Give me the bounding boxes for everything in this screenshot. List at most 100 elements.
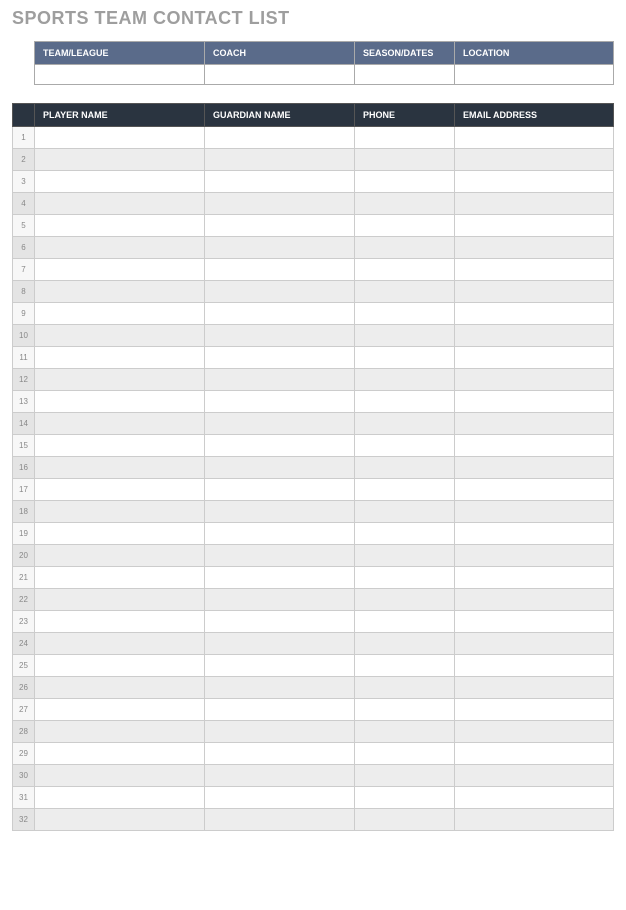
cell-player[interactable]	[35, 523, 205, 545]
cell-guardian[interactable]	[205, 633, 355, 655]
cell-phone[interactable]	[355, 567, 455, 589]
cell-email[interactable]	[455, 633, 614, 655]
cell-phone[interactable]	[355, 677, 455, 699]
cell-player[interactable]	[35, 237, 205, 259]
cell-email[interactable]	[455, 435, 614, 457]
cell-email[interactable]	[455, 347, 614, 369]
cell-guardian[interactable]	[205, 655, 355, 677]
cell-email[interactable]	[455, 677, 614, 699]
cell-player[interactable]	[35, 347, 205, 369]
cell-phone[interactable]	[355, 325, 455, 347]
cell-phone[interactable]	[355, 347, 455, 369]
cell-player[interactable]	[35, 215, 205, 237]
info-value-coach[interactable]	[205, 65, 355, 85]
cell-player[interactable]	[35, 743, 205, 765]
cell-email[interactable]	[455, 501, 614, 523]
cell-guardian[interactable]	[205, 523, 355, 545]
cell-phone[interactable]	[355, 457, 455, 479]
cell-guardian[interactable]	[205, 127, 355, 149]
cell-player[interactable]	[35, 787, 205, 809]
cell-guardian[interactable]	[205, 567, 355, 589]
cell-player[interactable]	[35, 259, 205, 281]
cell-email[interactable]	[455, 281, 614, 303]
cell-phone[interactable]	[355, 699, 455, 721]
cell-email[interactable]	[455, 127, 614, 149]
cell-email[interactable]	[455, 303, 614, 325]
cell-phone[interactable]	[355, 611, 455, 633]
cell-phone[interactable]	[355, 765, 455, 787]
cell-phone[interactable]	[355, 413, 455, 435]
cell-phone[interactable]	[355, 501, 455, 523]
cell-player[interactable]	[35, 281, 205, 303]
cell-email[interactable]	[455, 787, 614, 809]
cell-email[interactable]	[455, 413, 614, 435]
cell-phone[interactable]	[355, 281, 455, 303]
cell-guardian[interactable]	[205, 589, 355, 611]
cell-player[interactable]	[35, 479, 205, 501]
cell-guardian[interactable]	[205, 677, 355, 699]
cell-phone[interactable]	[355, 237, 455, 259]
cell-guardian[interactable]	[205, 303, 355, 325]
cell-email[interactable]	[455, 809, 614, 831]
cell-phone[interactable]	[355, 435, 455, 457]
cell-phone[interactable]	[355, 215, 455, 237]
cell-guardian[interactable]	[205, 325, 355, 347]
cell-phone[interactable]	[355, 303, 455, 325]
info-value-team[interactable]	[35, 65, 205, 85]
cell-phone[interactable]	[355, 171, 455, 193]
cell-email[interactable]	[455, 567, 614, 589]
cell-guardian[interactable]	[205, 281, 355, 303]
cell-phone[interactable]	[355, 721, 455, 743]
cell-player[interactable]	[35, 633, 205, 655]
cell-player[interactable]	[35, 171, 205, 193]
cell-email[interactable]	[455, 699, 614, 721]
cell-phone[interactable]	[355, 479, 455, 501]
cell-phone[interactable]	[355, 259, 455, 281]
cell-player[interactable]	[35, 567, 205, 589]
cell-email[interactable]	[455, 193, 614, 215]
cell-phone[interactable]	[355, 149, 455, 171]
cell-guardian[interactable]	[205, 611, 355, 633]
cell-email[interactable]	[455, 655, 614, 677]
cell-player[interactable]	[35, 457, 205, 479]
cell-guardian[interactable]	[205, 501, 355, 523]
cell-guardian[interactable]	[205, 545, 355, 567]
cell-phone[interactable]	[355, 589, 455, 611]
cell-guardian[interactable]	[205, 259, 355, 281]
cell-email[interactable]	[455, 259, 614, 281]
cell-phone[interactable]	[355, 655, 455, 677]
cell-player[interactable]	[35, 699, 205, 721]
cell-email[interactable]	[455, 149, 614, 171]
cell-phone[interactable]	[355, 523, 455, 545]
cell-email[interactable]	[455, 611, 614, 633]
cell-phone[interactable]	[355, 391, 455, 413]
cell-guardian[interactable]	[205, 435, 355, 457]
cell-guardian[interactable]	[205, 369, 355, 391]
cell-email[interactable]	[455, 523, 614, 545]
cell-player[interactable]	[35, 325, 205, 347]
cell-player[interactable]	[35, 721, 205, 743]
cell-guardian[interactable]	[205, 721, 355, 743]
cell-email[interactable]	[455, 479, 614, 501]
cell-phone[interactable]	[355, 743, 455, 765]
cell-email[interactable]	[455, 171, 614, 193]
cell-email[interactable]	[455, 325, 614, 347]
cell-player[interactable]	[35, 545, 205, 567]
cell-player[interactable]	[35, 127, 205, 149]
cell-guardian[interactable]	[205, 193, 355, 215]
cell-email[interactable]	[455, 237, 614, 259]
cell-player[interactable]	[35, 303, 205, 325]
cell-player[interactable]	[35, 413, 205, 435]
cell-player[interactable]	[35, 611, 205, 633]
cell-guardian[interactable]	[205, 171, 355, 193]
cell-guardian[interactable]	[205, 787, 355, 809]
cell-player[interactable]	[35, 435, 205, 457]
cell-guardian[interactable]	[205, 457, 355, 479]
cell-email[interactable]	[455, 721, 614, 743]
cell-guardian[interactable]	[205, 809, 355, 831]
cell-email[interactable]	[455, 457, 614, 479]
cell-phone[interactable]	[355, 787, 455, 809]
cell-player[interactable]	[35, 655, 205, 677]
cell-guardian[interactable]	[205, 743, 355, 765]
cell-phone[interactable]	[355, 545, 455, 567]
